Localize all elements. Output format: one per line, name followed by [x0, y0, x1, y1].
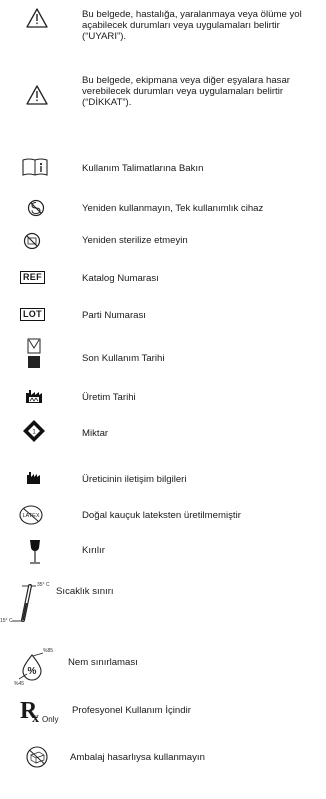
do-not-reuse-icon — [27, 199, 45, 217]
manufacture-date-description: Üretim Tarihi — [82, 392, 136, 403]
rx-only-icon: R x Only — [20, 698, 59, 726]
svg-text:%: % — [28, 666, 37, 677]
fragile-glass-icon — [28, 539, 42, 565]
rx-only-description: Profesyonel Kullanım İçindir — [72, 705, 191, 716]
quantity-description: Miktar — [82, 428, 109, 439]
humidity-description: Nem sınırlaması — [68, 657, 138, 668]
temperature-lower-label: 15° C — [0, 618, 13, 624]
ref-icon: REF — [20, 271, 45, 284]
humidity-lower-label: %45 — [14, 681, 25, 687]
instructions-description: Kullanım Talimatlarına Bakın — [82, 163, 204, 174]
expiry-description: Son Kullanım Tarihi — [82, 353, 165, 364]
humidity-upper-label: %85 — [43, 648, 54, 654]
temperature-upper-label: 35° C — [37, 582, 50, 588]
do-not-resterilize-icon — [23, 232, 41, 250]
quantity-diamond-icon: 1 — [22, 419, 46, 443]
caution-description: Bu belgede, ekipmana veya diğer eşyalara… — [82, 75, 290, 108]
warning-triangle-icon — [26, 85, 48, 105]
do-not-resterilize-description: Yeniden sterilize etmeyin — [82, 235, 188, 246]
temperature-description: Sıcaklık sınırı — [56, 586, 114, 597]
factory-filled-icon — [27, 472, 40, 484]
damaged-package-icon — [25, 746, 49, 768]
lot-icon: LOT — [20, 308, 45, 321]
thermometer-icon — [10, 584, 44, 624]
fragile-description: Kırılır — [82, 545, 105, 556]
warning-description: Bu belgede, hastalığa, yaralanmaya veya … — [82, 9, 302, 42]
latex-free-description: Doğal kauçuk lateksten üretilmemiştir — [82, 510, 241, 521]
latex-free-icon: LATEX — [19, 505, 43, 525]
warning-triangle-icon — [26, 8, 48, 28]
manufacturer-description: Üreticinin iletişim bilgileri — [82, 474, 187, 485]
do-not-reuse-description: Yeniden kullanmayın, Tek kullanımlık cih… — [82, 203, 264, 214]
lot-description: Parti Numarası — [82, 310, 146, 321]
humidity-icon: % — [17, 650, 47, 684]
ref-description: Katalog Numarası — [82, 273, 159, 284]
factory-outline-icon — [25, 389, 43, 404]
consult-instructions-icon — [22, 158, 48, 176]
hourglass-icon — [27, 338, 41, 370]
damaged-package-description: Ambalaj hasarlıysa kullanmayın — [70, 752, 205, 763]
